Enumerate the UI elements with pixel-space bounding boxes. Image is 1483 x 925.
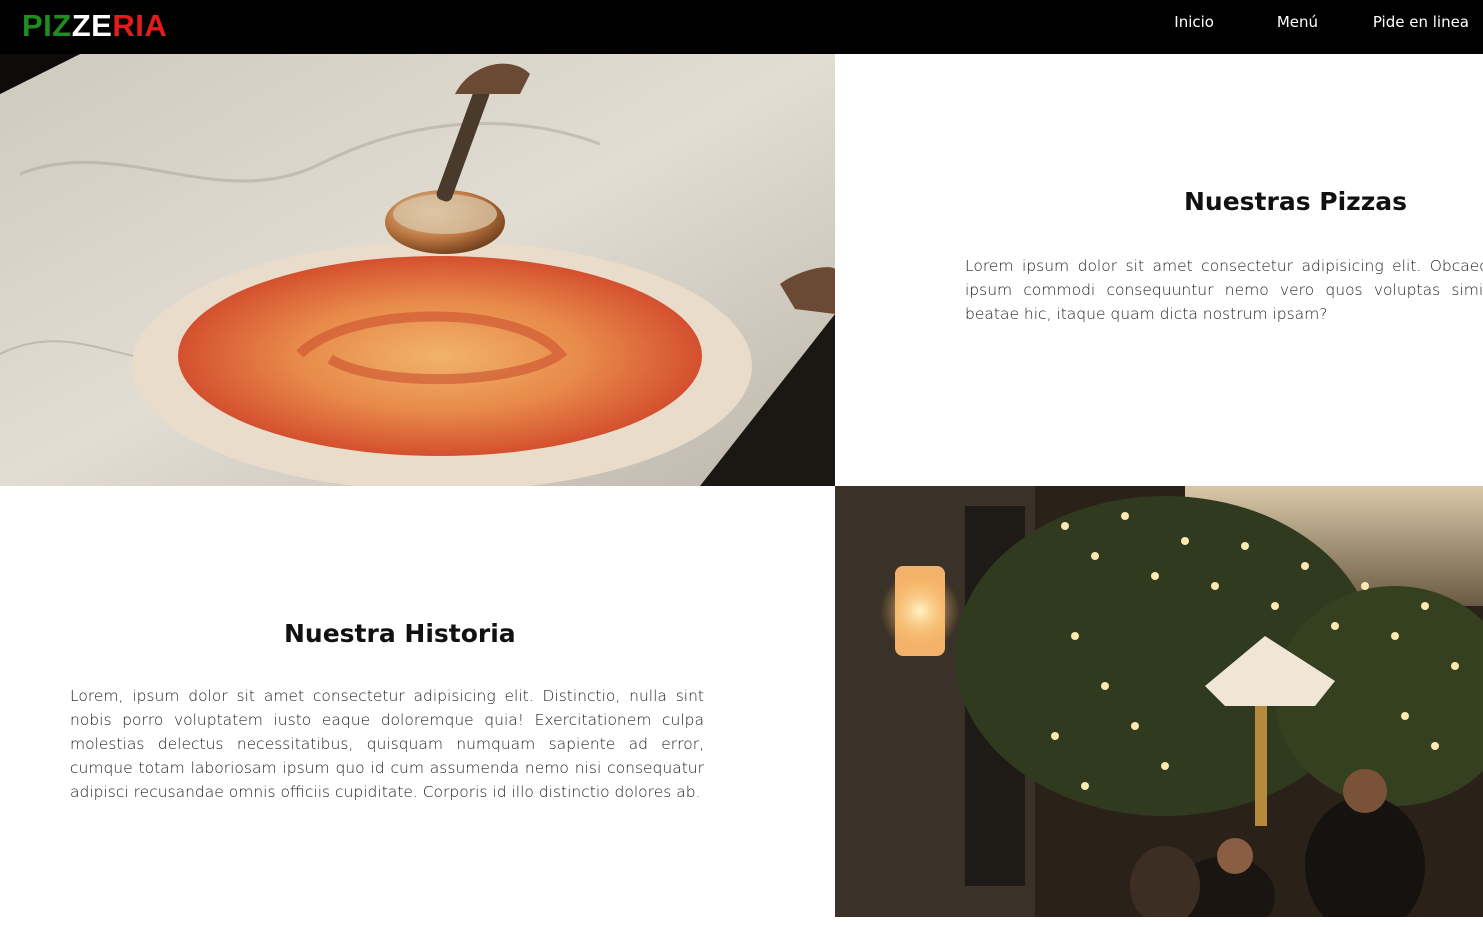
logo[interactable]: PIZZERIA: [22, 8, 167, 44]
street-image: [835, 486, 1483, 917]
pizza-photo-illustration: [0, 54, 835, 486]
navbar: PIZZERIA Inicio Menú Pide en linea: [0, 0, 1483, 54]
logo-part-red: RIA: [112, 8, 168, 43]
historia-section: Nuestra Historia Lorem, ipsum dolor sit …: [0, 486, 835, 917]
street-photo-illustration: [835, 486, 1483, 917]
logo-part-white: ZE: [71, 8, 113, 43]
logo-part-green: PIZ: [22, 8, 72, 43]
pizzas-text: Lorem ipsum dolor sit amet consectetur a…: [965, 257, 1483, 323]
pizzas-title: Nuestras Pizzas: [1184, 187, 1408, 216]
pizza-image: [0, 54, 835, 486]
historia-text: Lorem, ipsum dolor sit amet consectetur …: [70, 687, 704, 801]
nav-link-pide-en-linea[interactable]: Pide en linea: [1373, 13, 1469, 31]
nav-link-menu[interactable]: Menú: [1277, 13, 1318, 31]
historia-title: Nuestra Historia: [284, 619, 516, 648]
pizzas-section: Nuestras Pizzas Lorem ipsum dolor sit am…: [835, 54, 1483, 486]
nav-link-inicio[interactable]: Inicio: [1174, 13, 1214, 31]
